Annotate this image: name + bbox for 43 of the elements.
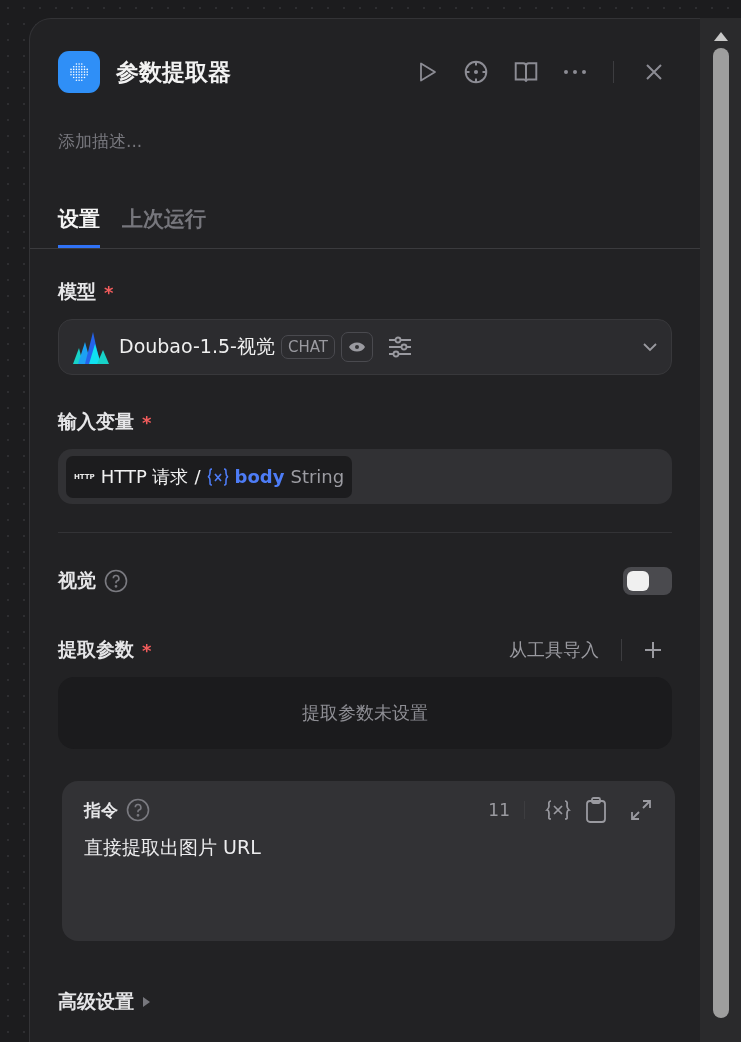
- help-icon[interactable]: [126, 798, 150, 822]
- variable-type: String: [290, 466, 345, 487]
- import-from-tool-link[interactable]: 从工具导入: [509, 638, 599, 662]
- chevron-down-icon[interactable]: [643, 342, 657, 352]
- tab[interactable]: 设置: [58, 205, 100, 248]
- advanced-settings-toggle[interactable]: 高级设置: [58, 989, 672, 1015]
- node-title: 参数提取器: [116, 57, 232, 87]
- vision-toggle[interactable]: [623, 567, 672, 595]
- instruction-text-field[interactable]: 直接提取出图片 URL: [84, 835, 653, 861]
- close-icon[interactable]: [644, 62, 664, 82]
- description-field[interactable]: 添加描述...: [58, 131, 672, 151]
- book-icon[interactable]: [513, 59, 539, 85]
- tab[interactable]: 上次运行: [122, 205, 206, 248]
- expand-icon[interactable]: [629, 798, 653, 822]
- node-logo-icon: [58, 51, 100, 93]
- required-mark: *: [142, 411, 152, 433]
- field-label: 视觉: [58, 568, 96, 593]
- character-count: 11: [488, 800, 510, 820]
- variable-name: body: [234, 466, 285, 487]
- node-name: HTTP 请求: [100, 464, 189, 489]
- variable-icon: [206, 466, 229, 487]
- caret-icon: [142, 996, 151, 1008]
- model-select[interactable]: Doubao-1.5-视觉 CHAT: [58, 319, 672, 375]
- model-type-tag: CHAT: [280, 335, 335, 359]
- required-mark: *: [104, 281, 114, 303]
- field-label: 模型: [58, 279, 96, 304]
- field-label: 指令: [84, 798, 118, 822]
- clipboard-icon[interactable]: [585, 797, 607, 823]
- empty-message: 提取参数未设置: [302, 701, 428, 725]
- crosshair-icon[interactable]: [463, 59, 489, 85]
- required-mark: *: [142, 639, 152, 661]
- settings-sliders-icon[interactable]: [386, 335, 413, 359]
- field-label: 提取参数: [58, 637, 134, 662]
- add-icon[interactable]: [644, 641, 662, 659]
- more-icon[interactable]: [563, 69, 587, 75]
- path-separator: /: [194, 466, 201, 487]
- help-icon[interactable]: [104, 569, 128, 593]
- model-name: Doubao-1.5-视觉: [119, 334, 275, 359]
- vision-eye-icon: [340, 332, 373, 362]
- field-label: 输入变量: [58, 409, 134, 434]
- scrollbar-thumb[interactable]: [712, 48, 729, 1018]
- scroll-up-icon[interactable]: [712, 30, 729, 42]
- variable-insert-icon[interactable]: [545, 799, 571, 821]
